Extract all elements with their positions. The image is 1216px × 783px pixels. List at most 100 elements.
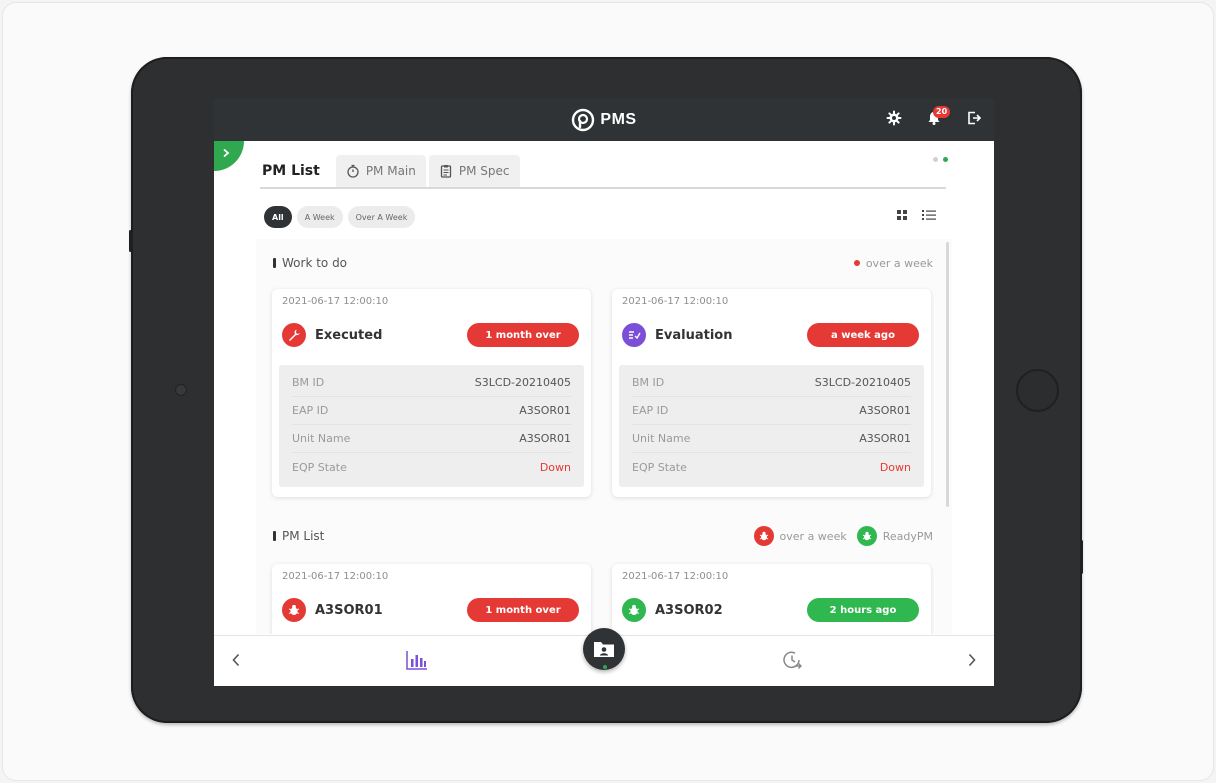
detail-key: EAP ID (292, 404, 329, 417)
page-indicator (933, 157, 948, 162)
stopwatch-icon (347, 164, 359, 178)
detail-table: BM ID S3LCD-20210405 EAP ID A3SOR01 Unit N… (619, 365, 924, 487)
camera-icon (175, 384, 187, 396)
next-button[interactable] (962, 650, 982, 670)
detail-key: BM ID (292, 376, 325, 389)
filter-over-a-week[interactable]: Over A Week (347, 206, 416, 228)
detail-row: Unit Name A3SOR01 (292, 425, 571, 453)
legend-over-label: over a week (779, 529, 847, 543)
pm-legend: over a week ReadyPM (753, 526, 933, 546)
list-view-icon[interactable] (922, 209, 936, 221)
card-timestamp: 2021-06-17 12:00:10 (622, 571, 729, 582)
detail-row: BM ID S3LCD-20210405 (292, 369, 571, 397)
section-title: Work to do (273, 256, 347, 270)
detail-key: EQP State (632, 460, 687, 474)
status-badge: 2 hours ago (807, 598, 919, 622)
detail-key: Unit Name (292, 432, 351, 445)
page-dot-active (943, 157, 948, 162)
card-title: A3SOR02 (622, 598, 723, 622)
card-title: Executed (282, 323, 382, 347)
detail-key: BM ID (632, 376, 665, 389)
card-title-text: Evaluation (655, 327, 733, 343)
sidebar-toggle[interactable] (214, 141, 244, 171)
work-legend: over a week (853, 256, 933, 270)
detail-value: A3SOR01 (859, 432, 911, 445)
section-marker (273, 531, 276, 541)
tab-pm-main[interactable]: PM Main (335, 155, 426, 187)
tab-pm-spec[interactable]: PM Spec (428, 155, 520, 187)
app-screen: PMS 20 PM List PM Main PM Spec All A Wee… (214, 99, 994, 686)
card-timestamp: 2021-06-17 12:00:10 (282, 571, 389, 582)
gear-icon (886, 110, 902, 126)
detail-value: A3SOR01 (859, 404, 911, 417)
work-to-do-title: Work to do (282, 256, 348, 270)
scrollbar[interactable] (946, 242, 949, 507)
bug-icon (282, 598, 306, 622)
chevron-left-icon (232, 653, 240, 667)
red-dot-icon (853, 260, 860, 266)
clipboard-icon (440, 165, 452, 178)
detail-key: EAP ID (632, 404, 669, 417)
card-title-text: A3SOR01 (315, 602, 383, 618)
card-title-text: Executed (315, 327, 383, 343)
detail-row: EQP State Down (632, 453, 911, 481)
history-nav-button[interactable] (779, 648, 805, 672)
detail-value: A3SOR01 (519, 404, 571, 417)
wrench-icon (282, 323, 306, 347)
filter-chips: All A Week Over A Week (264, 206, 416, 228)
bug-icon (622, 598, 646, 622)
pm-card-a3sor01[interactable]: 2021-06-17 12:00:10 A3SOR01 1 month over (272, 564, 591, 634)
detail-key: EQP State (292, 460, 347, 474)
logout-icon (968, 111, 982, 125)
detail-value: S3LCD-20210405 (814, 376, 911, 389)
tab-pm-list[interactable]: PM List (260, 155, 336, 187)
page-dot (933, 157, 938, 162)
tab-label: PM Main (365, 164, 416, 178)
status-badge: 1 month over (467, 323, 579, 347)
tab-label: PM Spec (458, 164, 510, 178)
legend-ready-label: ReadyPM (882, 529, 933, 543)
eqp-state-value: Down (539, 460, 571, 474)
detail-row: EAP ID A3SOR01 (632, 397, 911, 425)
notification-badge: 20 (933, 106, 951, 118)
card-title-text: A3SOR02 (655, 602, 723, 618)
notifications-button[interactable]: 20 (924, 106, 951, 128)
home-button (1016, 369, 1059, 412)
filter-a-week[interactable]: A Week (296, 206, 343, 228)
settings-button[interactable] (884, 108, 904, 128)
home-fab-button[interactable] (583, 628, 625, 670)
detail-row: Unit Name A3SOR01 (632, 425, 911, 453)
tab-bar: PM List PM Main PM Spec (260, 155, 946, 189)
view-toggles (896, 209, 936, 221)
content-area[interactable]: Work to do over a week 2021-06-17 12:00:… (256, 239, 952, 634)
detail-key: Unit Name (632, 432, 691, 445)
work-card-executed[interactable]: 2021-06-17 12:00:10 Executed 1 month ove… (272, 289, 591, 497)
card-title: Evaluation (622, 323, 732, 347)
grid-view-icon[interactable] (896, 209, 908, 221)
detail-row: BM ID S3LCD-20210405 (632, 369, 911, 397)
bug-icon (753, 526, 774, 546)
chevron-right-icon (968, 653, 976, 667)
filter-all[interactable]: All (264, 206, 292, 228)
prev-button[interactable] (226, 650, 246, 670)
section-title: PM List (273, 529, 324, 543)
logout-button[interactable] (964, 108, 984, 128)
chart-nav-button[interactable] (404, 648, 430, 672)
work-card-evaluation[interactable]: 2021-06-17 12:00:10 Evaluation a week ag… (612, 289, 931, 497)
legend-label: over a week (865, 256, 933, 270)
detail-row: EQP State Down (292, 453, 571, 481)
detail-table: BM ID S3LCD-20210405 EAP ID A3SOR01 Unit N… (279, 365, 584, 487)
clock-arrow-icon (783, 651, 802, 669)
app-title: PMS (600, 111, 637, 128)
pm-list-title: PM List (282, 529, 325, 543)
top-bar: PMS 20 (214, 99, 994, 141)
bug-icon (856, 526, 877, 546)
pm-card-a3sor02[interactable]: 2021-06-17 12:00:10 A3SOR02 2 hours ago (612, 564, 931, 634)
tablet-side-button (129, 230, 132, 252)
eqp-state-value: Down (879, 460, 911, 474)
card-timestamp: 2021-06-17 12:00:10 (282, 296, 389, 307)
card-title: A3SOR01 (282, 598, 383, 622)
section-marker (273, 258, 276, 268)
checklist-icon (622, 323, 646, 347)
chevron-right-icon (223, 148, 230, 158)
